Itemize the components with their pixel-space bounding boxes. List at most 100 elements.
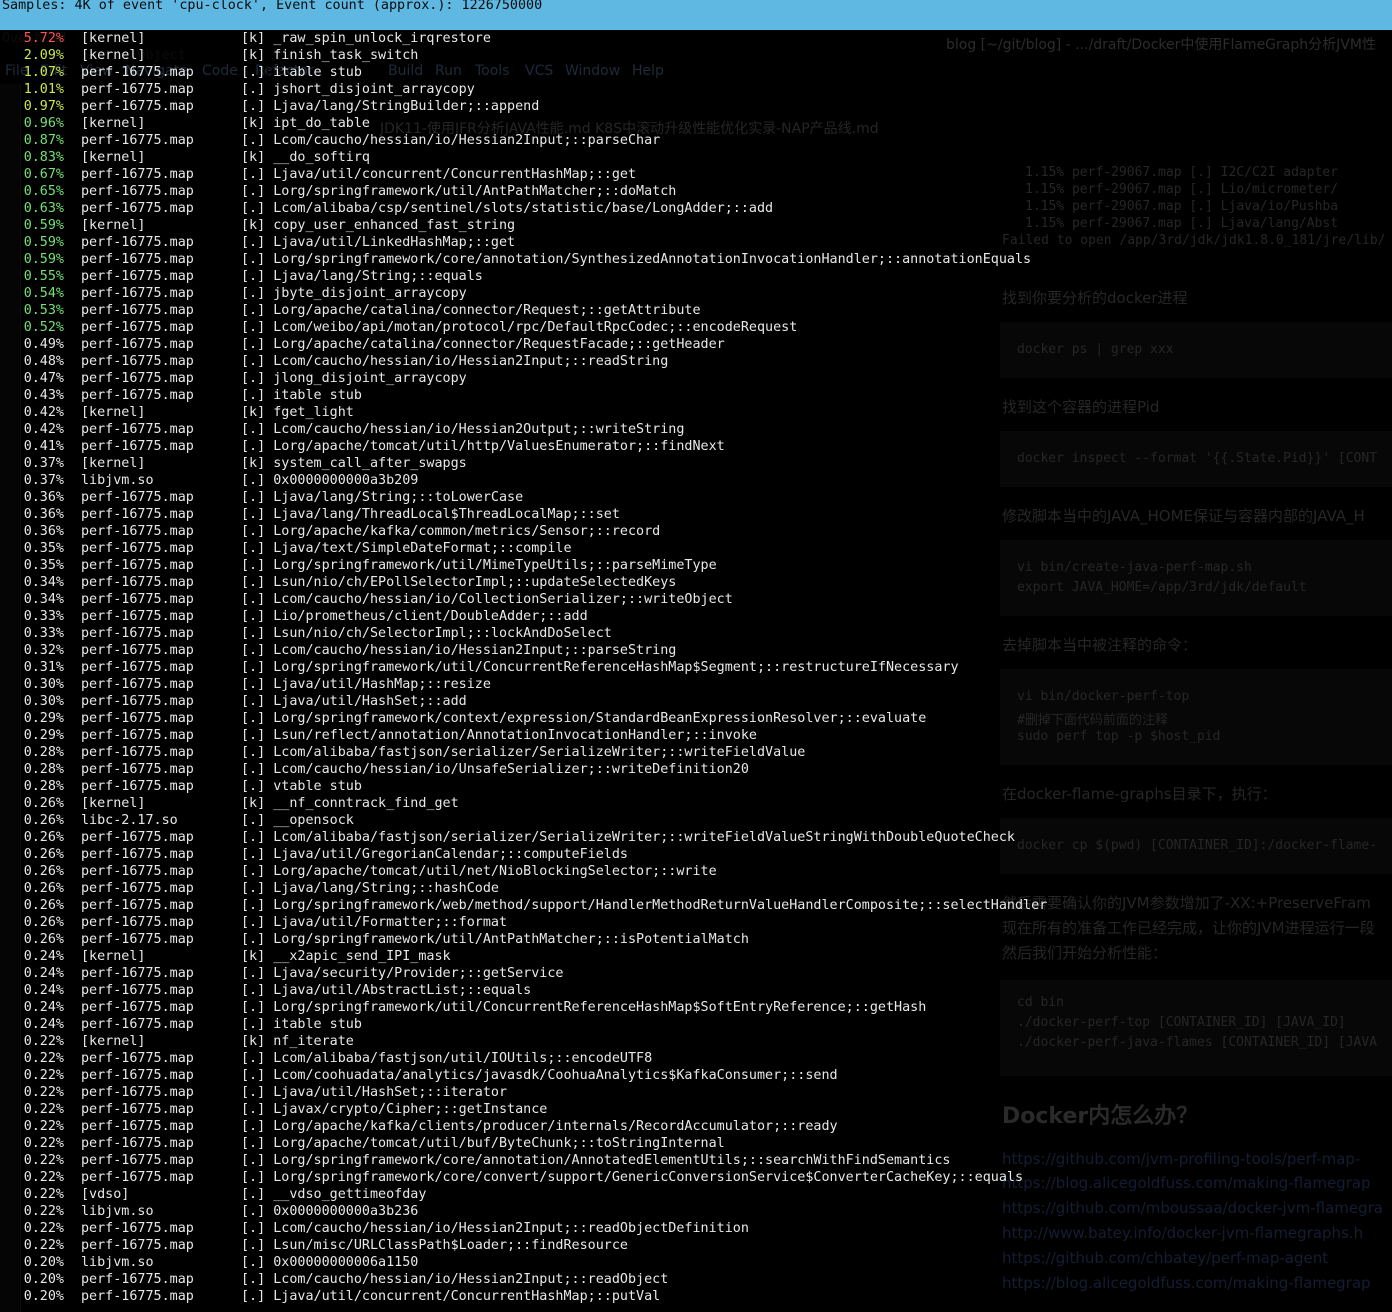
symbol-row[interactable]: 1.01% perf-16775.map [.] jshort_disjoint_a… bbox=[0, 81, 1392, 98]
symbol-row[interactable]: 0.22% perf-16775.map [.] Lsun/misc/URLClas… bbox=[0, 1237, 1392, 1254]
symbol-row[interactable]: 0.22% perf-16775.map [.] Lcom/coohuadata/a… bbox=[0, 1067, 1392, 1084]
symbol-row[interactable]: 0.59% [kernel] [k] copy_user_enhanced_fast… bbox=[0, 217, 1392, 234]
symbol-row[interactable]: 0.32% perf-16775.map [.] Lcom/caucho/hessi… bbox=[0, 642, 1392, 659]
symbol-row[interactable]: 0.24% perf-16775.map [.] Ljava/security/Pr… bbox=[0, 965, 1392, 982]
symbol-row[interactable]: 0.34% perf-16775.map [.] Lcom/caucho/hessi… bbox=[0, 591, 1392, 608]
symbol-row[interactable]: 0.41% perf-16775.map [.] Lorg/apache/tomca… bbox=[0, 438, 1392, 455]
symbol-row[interactable]: 0.31% perf-16775.map [.] Lorg/springframew… bbox=[0, 659, 1392, 676]
symbol-row[interactable]: 0.20% libjvm.so [.] 0x00000000006a1150 bbox=[0, 1254, 1392, 1271]
symbol-row[interactable]: 0.22% perf-16775.map [.] Lorg/springframew… bbox=[0, 1169, 1392, 1186]
symbol-row[interactable]: 0.33% perf-16775.map [.] Lio/prometheus/cl… bbox=[0, 608, 1392, 625]
symbol-row[interactable]: 0.30% perf-16775.map [.] Ljava/util/HashSe… bbox=[0, 693, 1392, 710]
symbol-row[interactable]: 0.26% perf-16775.map [.] Lcom/alibaba/fast… bbox=[0, 829, 1392, 846]
symbol-row[interactable]: 0.28% perf-16775.map [.] Lcom/caucho/hessi… bbox=[0, 761, 1392, 778]
overhead-value: 0.33% bbox=[23, 626, 64, 641]
symbol-row[interactable]: 0.36% perf-16775.map [.] Ljava/lang/String… bbox=[0, 489, 1392, 506]
symbol-row[interactable]: 0.33% perf-16775.map [.] Lsun/nio/ch/Selec… bbox=[0, 625, 1392, 642]
symbol-row[interactable]: 0.83% [kernel] [k] __do_softirq bbox=[0, 149, 1392, 166]
symbol-row[interactable]: 0.67% perf-16775.map [.] Ljava/util/concur… bbox=[0, 166, 1392, 183]
symbol-row[interactable]: 0.35% perf-16775.map [.] Lorg/springframew… bbox=[0, 557, 1392, 574]
symbol-type-tag: [.] bbox=[241, 915, 266, 930]
symbol-row[interactable]: 0.26% perf-16775.map [.] Lorg/apache/tomca… bbox=[0, 863, 1392, 880]
symbol-row[interactable]: 0.20% perf-16775.map [.] Lcom/caucho/hessi… bbox=[0, 1271, 1392, 1288]
symbol-type-tag: [k] bbox=[241, 48, 266, 63]
symbol-name: Lcom/caucho/hessian/io/UnsafeSerializer;… bbox=[273, 762, 749, 777]
symbol-row[interactable]: 0.22% [vdso] [.] __vdso_gettimeofday bbox=[0, 1186, 1392, 1203]
symbol-row[interactable]: 0.26% [kernel] [k] __nf_conntrack_find_get bbox=[0, 795, 1392, 812]
symbol-row[interactable]: 0.24% perf-16775.map [.] Ljava/util/Abstra… bbox=[0, 982, 1392, 999]
overhead-value: 0.20% bbox=[23, 1289, 64, 1304]
symbol-row[interactable]: 0.30% perf-16775.map [.] Ljava/util/HashMa… bbox=[0, 676, 1392, 693]
shared-object-value: perf-16775.map bbox=[81, 1289, 194, 1304]
symbol-name: Ljava/util/concurrent/ConcurrentHashMap;… bbox=[273, 167, 637, 182]
symbol-row[interactable]: 0.22% perf-16775.map [.] Lorg/apache/tomca… bbox=[0, 1135, 1392, 1152]
symbol-row[interactable]: 0.22% perf-16775.map [.] Lcom/alibaba/fast… bbox=[0, 1050, 1392, 1067]
symbol-row[interactable]: 0.22% perf-16775.map [.] Lcom/caucho/hessi… bbox=[0, 1220, 1392, 1237]
symbol-row[interactable]: 0.35% perf-16775.map [.] Ljava/text/Simple… bbox=[0, 540, 1392, 557]
symbol-row[interactable]: 0.53% perf-16775.map [.] Lorg/apache/catal… bbox=[0, 302, 1392, 319]
shared-object-value: perf-16775.map bbox=[81, 286, 194, 301]
symbol-row[interactable]: 2.09% [kernel] [k] finish_task_switch bbox=[0, 47, 1392, 64]
symbol-row[interactable]: 0.52% perf-16775.map [.] Lcom/weibo/api/mo… bbox=[0, 319, 1392, 336]
symbol-row[interactable]: 0.28% perf-16775.map [.] vtable stub bbox=[0, 778, 1392, 795]
overhead-value: 1.07% bbox=[23, 65, 64, 80]
symbol-row[interactable]: 0.26% perf-16775.map [.] Lorg/springframew… bbox=[0, 897, 1392, 914]
overhead-value: 0.87% bbox=[23, 133, 64, 148]
symbol-name: Lorg/apache/tomcat/util/net/NioBlockingS… bbox=[273, 864, 717, 879]
symbol-row[interactable]: 0.97% perf-16775.map [.] Ljava/lang/String… bbox=[0, 98, 1392, 115]
symbol-row[interactable]: 0.22% perf-16775.map [.] Ljavax/crypto/Cip… bbox=[0, 1101, 1392, 1118]
symbol-type-tag: [.] bbox=[241, 1000, 266, 1015]
symbol-row[interactable]: 0.36% perf-16775.map [.] Lorg/apache/kafka… bbox=[0, 523, 1392, 540]
symbol-row[interactable]: 0.24% perf-16775.map [.] Lorg/springframew… bbox=[0, 999, 1392, 1016]
symbol-row[interactable]: 0.22% libjvm.so [.] 0x0000000000a3b236 bbox=[0, 1203, 1392, 1220]
symbol-row[interactable]: 0.42% perf-16775.map [.] Lcom/caucho/hessi… bbox=[0, 421, 1392, 438]
symbol-row[interactable]: 0.24% [kernel] [k] __x2apic_send_IPI_mask bbox=[0, 948, 1392, 965]
symbol-type-tag: [.] bbox=[241, 1204, 266, 1219]
symbol-name: __opensock bbox=[273, 813, 354, 828]
symbol-row[interactable]: 0.55% perf-16775.map [.] Ljava/lang/String… bbox=[0, 268, 1392, 285]
symbol-row[interactable]: 0.43% perf-16775.map [.] itable stub bbox=[0, 387, 1392, 404]
symbol-row[interactable]: 0.26% perf-16775.map [.] Ljava/util/Gregor… bbox=[0, 846, 1392, 863]
symbol-row[interactable]: 0.42% [kernel] [k] fget_light bbox=[0, 404, 1392, 421]
symbol-row[interactable]: 0.47% perf-16775.map [.] jlong_disjoint_ar… bbox=[0, 370, 1392, 387]
symbol-row[interactable]: 5.72% [kernel] [k] _raw_spin_unlock_irqres… bbox=[0, 30, 1392, 47]
symbol-row[interactable]: 0.96% [kernel] [k] ipt_do_table bbox=[0, 115, 1392, 132]
shared-object-value: libjvm.so bbox=[81, 1255, 154, 1270]
symbol-value: [.] Ljava/util/Formatter;::format bbox=[241, 914, 507, 931]
symbol-row[interactable]: 0.20% perf-16775.map [.] Ljava/util/concur… bbox=[0, 1288, 1392, 1305]
symbol-row[interactable]: 0.29% perf-16775.map [.] Lorg/springframew… bbox=[0, 710, 1392, 727]
symbol-type-tag: [.] bbox=[241, 864, 266, 879]
symbol-row[interactable]: 0.54% perf-16775.map [.] jbyte_disjoint_ar… bbox=[0, 285, 1392, 302]
symbol-row[interactable]: 0.26% perf-16775.map [.] Ljava/util/Format… bbox=[0, 914, 1392, 931]
symbol-row[interactable]: 0.22% perf-16775.map [.] Ljava/util/HashSe… bbox=[0, 1084, 1392, 1101]
symbol-row[interactable]: 0.22% perf-16775.map [.] Lorg/springframew… bbox=[0, 1152, 1392, 1169]
symbol-row[interactable]: 0.28% perf-16775.map [.] Lcom/alibaba/fast… bbox=[0, 744, 1392, 761]
symbol-row[interactable]: 0.29% perf-16775.map [.] Lsun/reflect/anno… bbox=[0, 727, 1392, 744]
symbol-row[interactable]: 0.36% perf-16775.map [.] Ljava/lang/Thread… bbox=[0, 506, 1392, 523]
symbol-row[interactable]: 0.24% perf-16775.map [.] itable stub bbox=[0, 1016, 1392, 1033]
symbol-type-tag: [.] bbox=[241, 592, 266, 607]
symbol-row[interactable]: 1.07% perf-16775.map [.] itable stub bbox=[0, 64, 1392, 81]
symbol-type-tag: [.] bbox=[241, 388, 266, 403]
symbol-row[interactable]: 0.34% perf-16775.map [.] Lsun/nio/ch/EPoll… bbox=[0, 574, 1392, 591]
symbol-name: Lcom/caucho/hessian/io/Hessian2Input;::p… bbox=[273, 643, 677, 658]
symbol-row[interactable]: 0.37% [kernel] [k] system_call_after_swapg… bbox=[0, 455, 1392, 472]
overhead-value: 1.01% bbox=[23, 82, 64, 97]
symbol-row[interactable]: 0.59% perf-16775.map [.] Ljava/util/Linked… bbox=[0, 234, 1392, 251]
symbol-row[interactable]: 0.87% perf-16775.map [.] Lcom/caucho/hessi… bbox=[0, 132, 1392, 149]
symbol-row[interactable]: 0.22% [kernel] [k] nf_iterate bbox=[0, 1033, 1392, 1050]
symbol-row[interactable]: 0.59% perf-16775.map [.] Lorg/springframew… bbox=[0, 251, 1392, 268]
overhead-value: 0.26% bbox=[23, 813, 64, 828]
symbol-type-tag: [.] bbox=[241, 779, 266, 794]
symbol-row[interactable]: 0.22% perf-16775.map [.] Lorg/apache/kafka… bbox=[0, 1118, 1392, 1135]
symbol-row[interactable]: 0.65% perf-16775.map [.] Lorg/springframew… bbox=[0, 183, 1392, 200]
symbol-row[interactable]: 0.63% perf-16775.map [.] Lcom/alibaba/csp/… bbox=[0, 200, 1392, 217]
overhead-value: 0.65% bbox=[23, 184, 64, 199]
symbol-value: [.] Lorg/apache/tomcat/util/net/NioBlock… bbox=[241, 863, 717, 880]
symbol-row[interactable]: 0.48% perf-16775.map [.] Lcom/caucho/hessi… bbox=[0, 353, 1392, 370]
symbol-row[interactable]: 0.49% perf-16775.map [.] Lorg/apache/catal… bbox=[0, 336, 1392, 353]
symbol-row[interactable]: 0.37% libjvm.so [.] 0x0000000000a3b209 bbox=[0, 472, 1392, 489]
symbol-row[interactable]: 0.26% perf-16775.map [.] Lorg/springframew… bbox=[0, 931, 1392, 948]
symbol-row[interactable]: 0.26% libc-2.17.so [.] __opensock bbox=[0, 812, 1392, 829]
symbol-row[interactable]: 0.26% perf-16775.map [.] Ljava/lang/String… bbox=[0, 880, 1392, 897]
